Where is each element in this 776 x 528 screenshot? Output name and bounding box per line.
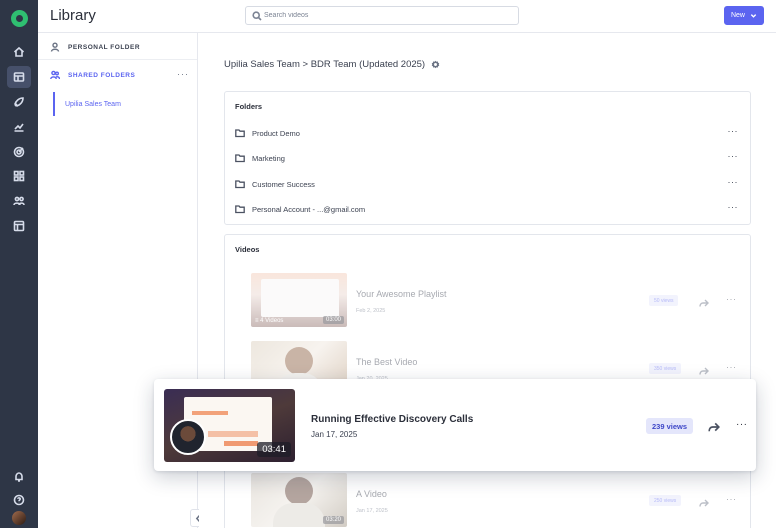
video-title[interactable]: The Best Video [356, 357, 417, 367]
folder-name: Personal Account - ...@gmail.com [252, 204, 366, 214]
videos-title: Videos [235, 245, 260, 254]
video-thumbnail[interactable]: ≡ 4 Videos 03:00 [251, 273, 347, 327]
layout-icon[interactable] [9, 216, 29, 236]
share-icon[interactable] [708, 420, 720, 438]
search-input[interactable] [264, 8, 514, 23]
grid-icon[interactable] [9, 166, 29, 186]
video-duration: 03:41 [257, 442, 291, 457]
sidebar-divider [38, 59, 197, 60]
video-title[interactable]: A Video [356, 489, 387, 499]
bell-icon[interactable] [9, 467, 29, 487]
sidebar-item-upilia-sales-team[interactable]: Upilia Sales Team [53, 92, 121, 116]
folder-icon [235, 129, 245, 138]
new-button-label: New [730, 12, 745, 19]
app-logo-icon[interactable] [11, 10, 28, 27]
presenter-shirt [273, 503, 325, 527]
slide-bar [224, 441, 258, 446]
folders-title: Folders [235, 102, 263, 111]
video-more-button[interactable]: ··· [726, 494, 737, 504]
breadcrumb-text: Upilia Sales Team > BDR Team (Updated 20… [224, 59, 426, 70]
views-badge: 250 views [649, 495, 682, 506]
folder-icon [235, 180, 245, 189]
person-icon [50, 42, 60, 52]
folder-row[interactable]: Customer Success ··· [235, 177, 742, 191]
video-date: Jan 17, 2025 [356, 508, 388, 514]
folder-row[interactable]: Personal Account - ...@gmail.com ··· [235, 202, 742, 216]
app: Library New PERSONAL FOLDER SHARED FOLDE… [0, 0, 776, 528]
presenter-face [285, 477, 313, 505]
target-icon[interactable] [9, 142, 29, 162]
folder-row[interactable]: Product Demo ··· [235, 126, 742, 140]
folder-row[interactable]: Marketing ··· [235, 151, 742, 165]
top-header: Library New [38, 0, 776, 33]
video-date: Feb 2, 2025 [356, 308, 386, 314]
rocket-icon[interactable] [9, 92, 29, 112]
shared-folders-more-button[interactable]: ··· [177, 69, 189, 79]
chevron-down-icon [750, 14, 757, 18]
presenter-face [285, 347, 313, 375]
new-button[interactable]: New [724, 6, 764, 25]
shared-folders-item[interactable]: SHARED FOLDERS [50, 68, 135, 82]
library-icon[interactable] [7, 66, 31, 88]
analytics-icon[interactable] [9, 117, 29, 137]
personal-folder-label: PERSONAL FOLDER [68, 43, 141, 51]
presenter-bubble [170, 419, 206, 455]
video-row[interactable]: ≡ 4 Videos 03:00 Your Awesome Playlist F… [251, 273, 746, 343]
team-icon[interactable] [9, 191, 29, 211]
video-duration: 03:20 [322, 516, 344, 524]
page-title: Library [50, 7, 96, 24]
video-thumbnail[interactable]: 03:41 [164, 389, 295, 462]
user-avatar[interactable] [12, 511, 26, 525]
folder-name: Marketing [252, 153, 285, 163]
search-icon [252, 11, 262, 21]
views-badge: 239 views [646, 418, 694, 434]
gear-icon[interactable] [431, 60, 440, 69]
folders-card: Folders Product Demo ··· Marketing ··· C… [224, 91, 751, 225]
video-title[interactable]: Running Effective Discovery Calls [311, 414, 473, 425]
video-row[interactable]: 03:20 A Video Jan 17, 2025 250 views ··· [251, 473, 746, 528]
playlist-count: ≡ 4 Videos [255, 318, 284, 324]
video-more-button[interactable]: ··· [736, 419, 748, 430]
share-icon[interactable] [699, 495, 709, 513]
folder-more-button[interactable]: ··· [728, 177, 739, 187]
video-title[interactable]: Your Awesome Playlist [356, 289, 447, 299]
slide-bar [192, 411, 228, 415]
folder-more-button[interactable]: ··· [728, 202, 739, 212]
folder-name: Product Demo [252, 128, 300, 138]
shared-users-icon [50, 70, 60, 80]
home-icon[interactable] [9, 42, 29, 62]
nav-rail [0, 0, 38, 528]
folder-name: Customer Success [252, 179, 315, 189]
views-badge: 50 views [649, 295, 679, 306]
folder-icon [235, 154, 245, 163]
personal-folder-item[interactable]: PERSONAL FOLDER [50, 40, 140, 54]
slide-bar [208, 431, 258, 437]
folder-more-button[interactable]: ··· [728, 126, 739, 136]
share-icon[interactable] [699, 295, 709, 313]
video-more-button[interactable]: ··· [726, 362, 737, 372]
video-more-button[interactable]: ··· [726, 294, 737, 304]
playlist-screen-preview [261, 279, 339, 317]
help-icon[interactable] [9, 490, 29, 510]
folder-more-button[interactable]: ··· [728, 151, 739, 161]
shared-folders-label: SHARED FOLDERS [68, 71, 136, 79]
views-badge: 350 views [649, 363, 682, 374]
video-date: Jan 17, 2025 [311, 430, 358, 439]
search-box[interactable] [245, 6, 519, 25]
video-duration: 03:00 [322, 316, 344, 324]
breadcrumb: Upilia Sales Team > BDR Team (Updated 20… [224, 59, 440, 70]
highlighted-video-card[interactable]: 03:41 Running Effective Discovery Calls … [154, 379, 756, 471]
video-thumbnail[interactable]: 03:20 [251, 473, 347, 527]
folder-icon [235, 205, 245, 214]
